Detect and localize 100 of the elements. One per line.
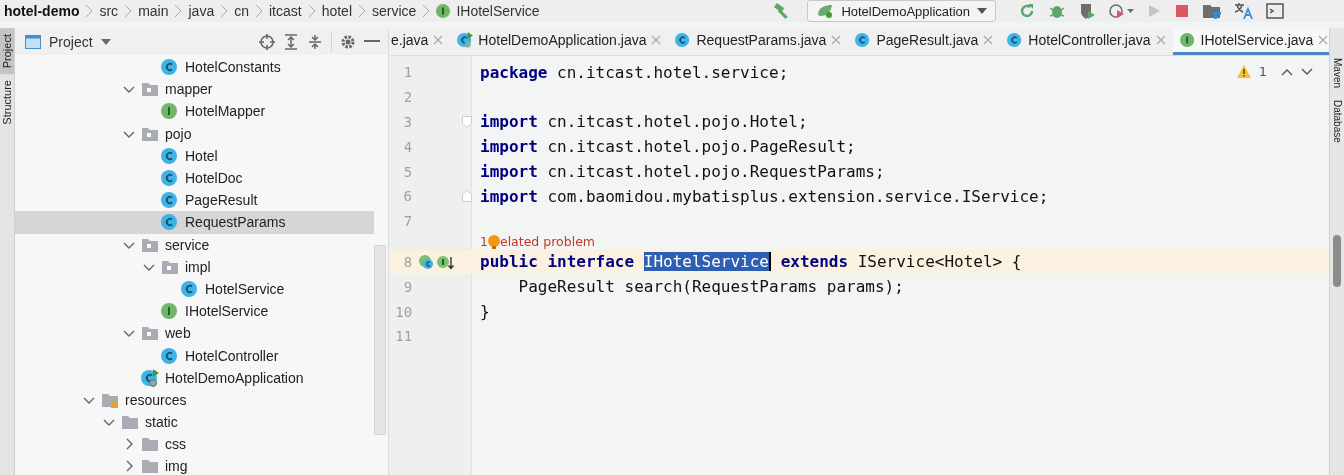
tree-label: HotelController — [185, 347, 279, 364]
folder-icon — [141, 325, 159, 342]
chevron-up-icon[interactable] — [1281, 67, 1293, 76]
class-icon — [161, 346, 179, 365]
settings-icon[interactable] — [340, 33, 356, 50]
line-number: 2 — [402, 89, 413, 106]
folder-icon — [161, 258, 179, 275]
editor-tab[interactable]: HotelDemoApplication.java — [450, 28, 669, 55]
tree-item[interactable]: PageResult — [15, 189, 374, 212]
breadcrumb-item[interactable]: main — [138, 3, 169, 19]
tree-label: static — [145, 414, 178, 431]
code-line: import cn.itcast.hotel.pojo.PageResult; — [479, 137, 856, 157]
tree-item[interactable]: static — [15, 411, 374, 434]
tool-window-tab[interactable]: Project — [0, 28, 14, 75]
interface-down-icon[interactable] — [436, 253, 455, 270]
line-number: 8 — [402, 253, 413, 270]
run-configuration-dropdown[interactable]: HotelDemoApplication — [807, 0, 996, 22]
class-icon — [161, 213, 179, 232]
editor-tab[interactable]: HotelController.java — [1000, 28, 1173, 55]
breadcrumb-item[interactable]: hotel-demo — [4, 3, 80, 19]
tree-item[interactable]: HotelService — [15, 277, 374, 301]
chevron-icon — [422, 4, 431, 18]
tree-item[interactable]: web — [15, 322, 374, 345]
editor-tab[interactable]: PageResult.java — [848, 28, 1001, 55]
tree-item[interactable]: mapper — [15, 78, 374, 101]
line-number: 7 — [402, 213, 413, 230]
editor-tab[interactable]: IHotelService.java — [1172, 28, 1329, 55]
tree-item[interactable]: img — [15, 455, 374, 475]
coverage-icon[interactable] — [1078, 2, 1096, 20]
fold-marker-icon[interactable] — [462, 116, 472, 128]
lightbulb-icon[interactable] — [487, 234, 500, 249]
interface-icon — [161, 302, 179, 321]
tree-label: HotelConstants — [185, 59, 281, 76]
class-icon — [855, 32, 872, 48]
class-icon — [181, 279, 199, 298]
application-icon — [457, 32, 474, 48]
tree-label: IHotelService — [185, 303, 269, 320]
leaf-icon — [816, 3, 835, 19]
breadcrumb-item[interactable]: java — [188, 3, 215, 19]
chevron-down-icon[interactable] — [1301, 67, 1313, 76]
tree-item[interactable]: HotelDoc — [15, 166, 374, 190]
caret-icon[interactable] — [100, 38, 111, 45]
folder-icon — [141, 436, 159, 453]
breadcrumb-item[interactable]: cn — [234, 3, 249, 19]
tool-window-tab[interactable]: Maven — [1330, 58, 1344, 88]
tab-label: RequestParams.java — [696, 32, 827, 48]
tree-label: css — [165, 436, 186, 453]
caret-icon — [977, 8, 987, 14]
tree-item[interactable]: HotelMapper — [15, 100, 374, 123]
tree-item[interactable]: HotelController — [15, 344, 374, 367]
scrollbar[interactable] — [1333, 234, 1341, 287]
code-line: PageResult search(RequestParams params); — [517, 277, 904, 297]
folder-icon[interactable] — [1202, 2, 1222, 20]
tool-window-tab[interactable]: Database — [1330, 100, 1344, 143]
translate-icon[interactable] — [1234, 2, 1254, 20]
chevron-icon — [220, 4, 229, 18]
collapse-all-icon[interactable] — [307, 33, 323, 50]
line-number: 3 — [402, 114, 412, 130]
tree-item[interactable]: pojo — [15, 122, 374, 145]
expand-all-icon[interactable] — [283, 33, 299, 50]
tool-window-tab[interactable]: Structure — [0, 74, 14, 131]
tab-label: IHotelService.java — [1200, 32, 1314, 48]
breadcrumb-item[interactable]: src — [99, 3, 119, 19]
scrollbar[interactable] — [374, 245, 386, 435]
tab-label: PageResult.java — [876, 32, 979, 48]
chevron-icon — [124, 4, 133, 18]
breadcrumb-item[interactable]: service — [372, 3, 417, 19]
tab-label: e.java — [391, 32, 429, 48]
tree-label: mapper — [165, 81, 213, 98]
warning-icon[interactable] — [1236, 65, 1251, 78]
tree-item[interactable]: service — [15, 233, 374, 256]
tree-item[interactable]: impl — [15, 255, 374, 278]
breadcrumb-item[interactable]: itcast — [268, 3, 302, 19]
tree-item[interactable]: css — [15, 433, 374, 456]
application-icon — [141, 368, 159, 387]
panel-title[interactable]: Project — [49, 33, 93, 50]
breadcrumb-item[interactable]: IHotelService — [456, 3, 540, 19]
editor-tab[interactable]: e.java — [389, 28, 451, 55]
fold-marker-icon[interactable] — [462, 190, 472, 203]
class-icon — [161, 191, 179, 210]
breadcrumb-item[interactable]: hotel — [321, 3, 352, 19]
tree-label: PageResult — [185, 192, 258, 209]
tree-item[interactable]: HotelDemoApplication — [15, 366, 374, 389]
folder-icon — [141, 458, 159, 475]
chevron-icon — [174, 4, 183, 18]
tree-item[interactable]: Hotel — [15, 144, 374, 167]
problem-count[interactable]: 1 — [480, 234, 488, 250]
profiler-icon[interactable] — [1108, 2, 1134, 20]
tree-item[interactable]: RequestParams — [15, 211, 374, 234]
stop-icon[interactable] — [1174, 3, 1190, 19]
tree-label: RequestParams — [185, 214, 286, 231]
code-line: import com.baomidou.mybatisplus.extension.service.IService; — [479, 186, 1049, 206]
terminal-icon[interactable] — [1266, 3, 1284, 19]
target-icon[interactable] — [259, 33, 275, 50]
inlay-hint[interactable]: elated problem — [499, 234, 595, 250]
tree-item[interactable]: HotelConstants — [15, 56, 374, 79]
implemented-icon[interactable] — [418, 253, 435, 270]
editor-tab[interactable]: RequestParams.java — [668, 28, 849, 55]
tree-item[interactable]: IHotelService — [15, 300, 374, 323]
tree-item[interactable]: resources — [15, 388, 374, 411]
